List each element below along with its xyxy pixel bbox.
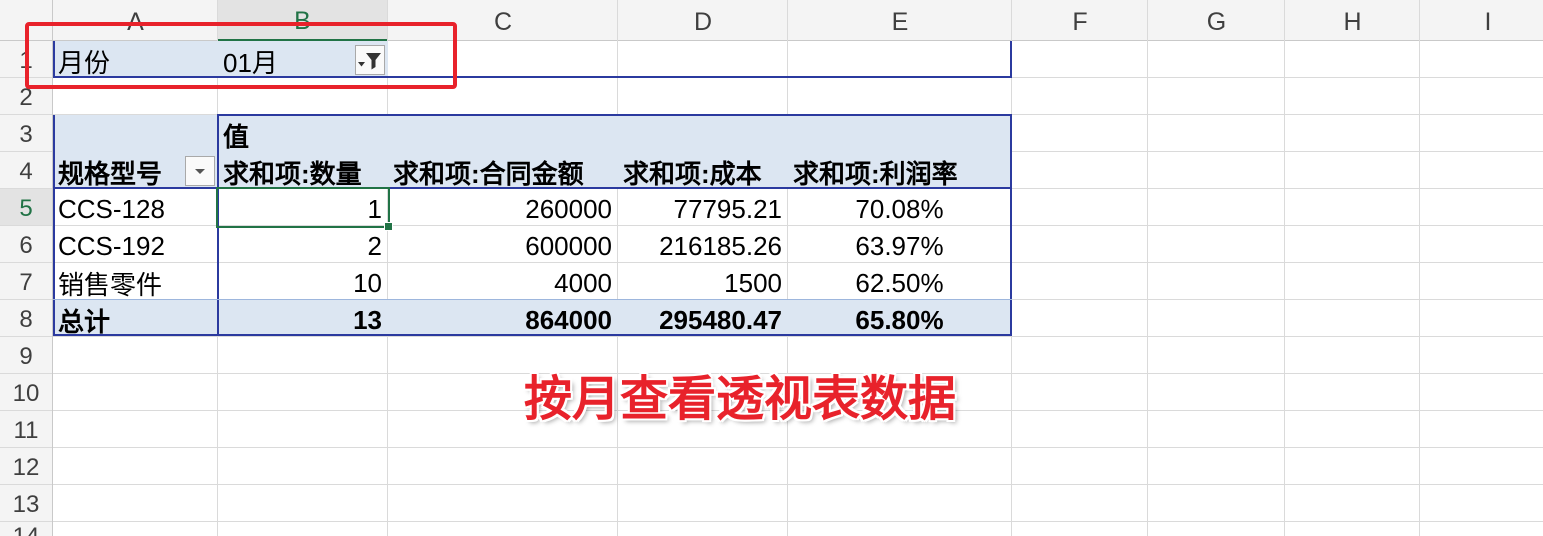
row-header-9[interactable]: 9 [0, 337, 52, 374]
pivot-border-bottom [53, 334, 1012, 336]
cost-value[interactable]: 1500 [618, 263, 788, 300]
pivot-total-separator [53, 299, 1012, 300]
gridline-vertical [1147, 0, 1148, 536]
contract-amount-value[interactable]: 260000 [388, 189, 618, 226]
row-header-3[interactable]: 3 [0, 115, 52, 152]
gridline-vertical [1419, 0, 1420, 536]
row-header-14[interactable]: 14 [0, 522, 52, 536]
profit-margin-value[interactable]: 63.97% [788, 226, 1012, 263]
row-header-13[interactable]: 13 [0, 485, 52, 522]
column-header-d[interactable]: D [618, 0, 788, 41]
fill-handle[interactable] [384, 222, 393, 231]
row-header-14-label: 14 [0, 522, 52, 536]
row-header-10[interactable]: 10 [0, 374, 52, 411]
quantity-value[interactable]: 2 [218, 226, 388, 263]
cost-value[interactable]: 216185.26 [618, 226, 788, 263]
annotation-caption: 按月查看透视表数据 [523, 373, 956, 426]
column-header-f[interactable]: F [1012, 0, 1148, 41]
total-quantity[interactable]: 13 [218, 300, 388, 337]
values-caption[interactable]: 值 [218, 115, 388, 152]
row-field-dropdown-button[interactable] [185, 156, 215, 186]
row-item-label[interactable]: 销售零件 [53, 263, 218, 300]
row-header-12[interactable]: 12 [0, 448, 52, 485]
grand-total-label[interactable]: 总计 [53, 300, 218, 337]
column-header-h[interactable]: H [1285, 0, 1420, 41]
row-header-11[interactable]: 11 [0, 411, 52, 448]
profit-margin-value[interactable]: 62.50% [788, 263, 1012, 300]
row-item-label[interactable]: CCS-128 [53, 189, 218, 226]
gridline-vertical [1284, 0, 1285, 536]
value-header-quantity[interactable]: 求和项:数量 [218, 152, 388, 189]
row-header-8[interactable]: 8 [0, 300, 52, 337]
contract-amount-value[interactable]: 4000 [388, 263, 618, 300]
value-header-contract-amount[interactable]: 求和项:合同金额 [388, 152, 618, 189]
pivot-filter-border-right [1010, 41, 1012, 78]
row-header-7[interactable]: 7 [0, 263, 52, 300]
total-cost[interactable]: 295480.47 [618, 300, 788, 337]
column-header-i[interactable]: I [1420, 0, 1543, 41]
quantity-value[interactable]: 10 [218, 263, 388, 300]
pivot-header-separator [53, 187, 1012, 189]
row-header-6[interactable]: 6 [0, 226, 52, 263]
column-header-g[interactable]: G [1148, 0, 1285, 41]
value-header-profit-margin[interactable]: 求和项:利润率 [788, 152, 1012, 189]
pivot-border-left [53, 115, 55, 336]
total-profit-margin[interactable]: 65.80% [788, 300, 1012, 337]
value-header-cost[interactable]: 求和项:成本 [618, 152, 788, 189]
row-header-4[interactable]: 4 [0, 152, 52, 189]
row-item-label[interactable]: CCS-192 [53, 226, 218, 263]
row-header-5[interactable]: 5 [0, 189, 52, 225]
pivot-border-right [1010, 114, 1012, 336]
total-contract-amount[interactable]: 864000 [388, 300, 618, 337]
chevron-down-icon [195, 169, 205, 174]
cost-value[interactable]: 77795.21 [618, 189, 788, 226]
column-header-e[interactable]: E [788, 0, 1012, 41]
highlight-box [25, 22, 457, 89]
profit-margin-value[interactable]: 70.08% [788, 189, 1012, 226]
contract-amount-value[interactable]: 600000 [388, 226, 618, 263]
pivot-border-top [217, 114, 1012, 116]
spreadsheet: A B C D E F G H I 1 2 3 4 5 6 7 8 9 10 1… [0, 0, 1543, 536]
active-cell-border [216, 187, 390, 228]
